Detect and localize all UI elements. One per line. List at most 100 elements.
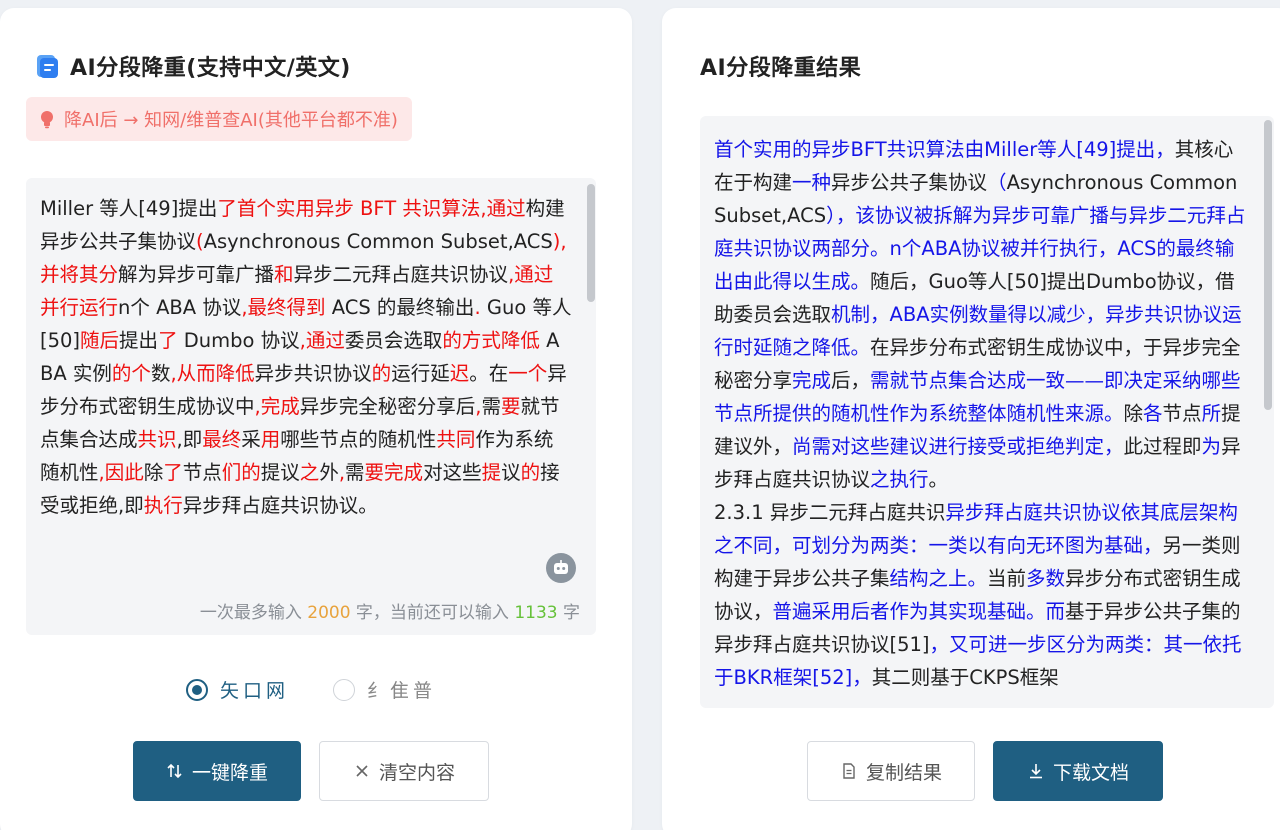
b-segment: 完成 [792,369,832,392]
notice-banner: 降AI后 → 知网/维普查AI(其他平台都不准) [26,97,412,141]
b-segment: 各 [1143,402,1163,425]
input-panel-header: AI分段降重(支持中文/英文) [34,50,351,82]
h-segment: 提出 [119,329,159,352]
b-segment: 节点 [1162,402,1202,425]
b-segment: 在异步分布式密钥生成协议中， [870,336,1144,359]
h-segment: n个 ABA 协议 [118,296,242,319]
rewrite-button-label: 一键降重 [191,761,268,784]
radio-platform-2[interactable]: 纟隹普 [333,676,436,703]
document-icon [843,763,855,779]
clear-button-label: 清空内容 [378,761,455,784]
h-segment: 异步拜占庭共识协议。 [182,494,378,517]
radio-dot-checked[interactable] [186,678,208,701]
b-segment: 多数 [1026,567,1066,590]
counter-middle: 字，当前还可以输入 [350,603,515,623]
h-segment: 和 [274,263,294,286]
download-icon [1029,764,1042,779]
h-segment: 们的 [221,461,261,484]
source-scrollbar[interactable] [586,178,596,635]
h-segment: ( [196,230,204,253]
result-text-area[interactable]: 首个实用的异步BFT共识算法由Miller等人[49]提出，其核心在于构建一种异… [700,116,1274,708]
h-segment: 异步共识协议 [254,362,372,385]
h-segment: ,最终得到 [241,296,326,319]
result-title: AI分段降重结果 [700,56,862,81]
download-doc-button[interactable]: 下载文档 [993,741,1163,801]
h-segment: 即 [124,494,144,517]
h-segment: 了 [163,461,183,484]
h-segment: 运行延 [391,362,450,385]
h-segment: 的 [520,461,541,484]
page-title: AI分段降重(支持中文/英文) [70,56,351,81]
counter-max: 2000 [307,603,351,623]
result-text: 首个实用的异步BFT共识算法由Miller等人[49]提出，其核心在于构建一种异… [714,133,1249,694]
h-segment: 需 [481,395,501,418]
h-segment: 的 [371,362,392,385]
h-segment: Asynchronous Common Subset,ACS [203,230,553,253]
b-segment: 一种 [792,171,832,194]
radio-platform-1[interactable]: 矢口网 [186,676,289,703]
h-segment: 迟 [449,362,470,385]
notice-text: 降AI后 → 知网/维普查AI(其他平台都不准) [64,110,398,131]
sort-arrows-icon [167,763,182,779]
robot-assistant-button[interactable] [546,553,576,583]
h-segment: 共识 [137,428,177,451]
clear-button[interactable]: 清空内容 [319,741,489,801]
radio-label: 纟隹普 [367,680,437,702]
h-segment: 了首个实用异步 BFT 共识算法,通过 [217,197,526,220]
h-segment: 委员会选取 [344,329,443,352]
h-segment: 的方式降低 [442,329,540,352]
h-segment: ,通过 [299,329,345,352]
b-segment: 普遍采用后者作为其实现基础。而 [772,600,1066,623]
result-scrollbar-thumb[interactable] [1264,120,1272,410]
h-segment: 即 [182,428,203,451]
h-segment: ACS 的最终输出 [325,296,475,319]
h-segment: ,从而降低 [170,362,255,385]
h-segment: 外 [319,461,339,484]
h-segment: Dumbo 协议 [177,329,300,352]
h-segment: 用 [260,428,281,451]
copy-result-button-label: 复制结果 [865,761,942,784]
copy-result-button[interactable]: 复制结果 [807,741,975,801]
platform-radio-group: 矢口网 纟隹普 [186,676,480,703]
h-segment: 了 [158,329,178,352]
b-segment: 后， [831,369,871,392]
h-segment: . [474,296,487,319]
b-segment: 之执行 [870,468,929,491]
h-segment: 异步完全秘密分享后 [299,395,476,418]
source-text-area[interactable]: Miller 等人[49]提出了首个实用异步 BFT 共识算法,通过构建异步公共… [26,178,596,635]
h-segment: 议 [501,461,521,484]
rewrite-button[interactable]: 一键降重 [133,741,301,801]
b-segment: 首个实用的异步BFT共识算法由Miller等人[49]提出， [714,138,1175,161]
b-segment: 尚需对这些建议进行接受或拒绝判定， [792,435,1124,458]
h-segment: 采 [241,428,261,451]
h-segment: 节点 [182,461,222,484]
source-text[interactable]: Miller 等人[49]提出了首个实用异步 BFT 共识算法,通过构建异步公共… [40,192,572,522]
counter-remaining: 1133 [514,603,558,623]
result-panel: AI分段降重结果 首个实用的异步BFT共识算法由Miller等人[49]提出，其… [662,8,1280,830]
radio-dot-unchecked[interactable] [333,678,356,701]
lightbulb-icon [41,111,53,129]
h-segment: 执行 [143,494,183,517]
b-segment: 为 [1201,435,1222,458]
close-icon [356,765,368,777]
h-segment: 的个 [111,362,151,385]
h-segment: 除 [143,461,164,484]
h-segment: ,完成 [254,395,300,418]
h-segment: 要 [500,395,521,418]
h-segment: 随后 [80,329,120,352]
h-segment: 需 [345,461,365,484]
b-segment: 所 [1201,402,1222,425]
h-segment: 提议 [260,461,300,484]
b-segment: （ [987,171,1007,194]
h-segment: ,因此 [98,461,144,484]
b-segment: 结构之上。 [889,567,988,590]
robot-icon [554,560,568,574]
source-scrollbar-thumb[interactable] [587,184,595,302]
char-counter: 一次最多输入 2000 字，当前还可以输入 1133 字 [200,598,580,623]
b-segment: 此过程即 [1123,435,1202,458]
h-segment: 解为异步可靠广播 [118,263,275,286]
document-icon [37,55,58,78]
h-segment: 之 [299,461,320,484]
h-segment: 哪些节点的随机性 [280,428,437,451]
h-segment: Miller 等人[49]提出 [40,197,218,220]
